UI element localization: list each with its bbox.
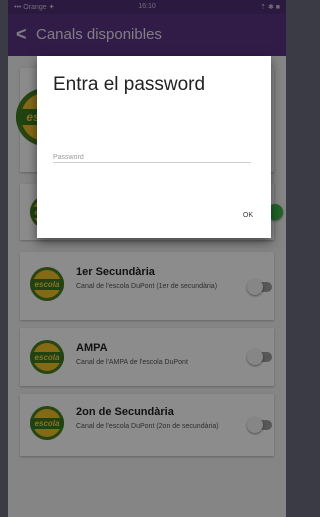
- phone-screen: ••• Orange ✦ 16:10 ⇡ ✱ ■ < Canals dispon…: [8, 0, 286, 517]
- ok-button[interactable]: OK: [243, 212, 253, 219]
- password-field-container: [53, 146, 251, 165]
- dialog-title: Entra el password: [53, 74, 206, 95]
- password-field[interactable]: [53, 150, 251, 165]
- password-dialog: Entra el password OK: [37, 56, 271, 238]
